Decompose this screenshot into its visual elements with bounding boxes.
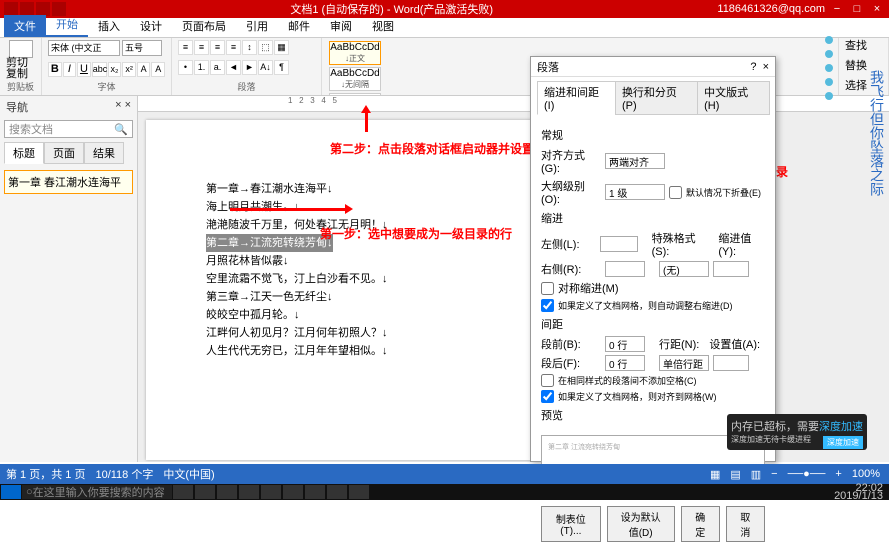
taskbar-app[interactable] bbox=[217, 485, 237, 499]
outline-level-select[interactable]: 1 级 bbox=[605, 184, 665, 200]
nav-close-icon[interactable]: × × bbox=[115, 99, 131, 115]
selected-text: 第二章→江流宛转绕芳甸↓ bbox=[206, 234, 333, 252]
taskbar-app[interactable] bbox=[239, 485, 259, 499]
status-page[interactable]: 第 1 页，共 1 页 bbox=[6, 466, 85, 482]
dialog-close-icon[interactable]: × bbox=[763, 61, 769, 73]
side-watermark: 我飞行但你坠落之际 bbox=[869, 70, 885, 196]
font-family-select[interactable]: 宋体 (中文正 bbox=[48, 40, 120, 56]
taskbar-search[interactable]: ○ 在这里输入你要搜索的内容 bbox=[22, 485, 172, 499]
arrow-icon bbox=[365, 108, 368, 132]
dialog-tab-pagebreak[interactable]: 换行和分页(P) bbox=[615, 81, 698, 115]
annotation-step1: 第一步：选中想要成为一级目录的行 bbox=[320, 225, 512, 242]
space-before-input[interactable]: 0 行 bbox=[605, 336, 645, 352]
default-button[interactable]: 设为默认值(D) bbox=[607, 506, 675, 542]
paste-icon[interactable] bbox=[9, 40, 33, 58]
special-indent-select[interactable]: (无) bbox=[659, 261, 709, 277]
tab-home[interactable]: 开始 bbox=[46, 13, 88, 37]
alignment-select[interactable]: 两端对齐 bbox=[605, 153, 665, 169]
dialog-tab-chinese[interactable]: 中文版式(H) bbox=[697, 81, 770, 115]
group-font-label: 字体 bbox=[48, 80, 165, 93]
notification-toast[interactable]: 内存已超标，需要深度加速 深度加速无待卡缓进程 深度加速 bbox=[727, 414, 867, 450]
font-buttons[interactable]: BIUabcx₂x²AA bbox=[48, 62, 165, 77]
status-language[interactable]: 中文(中国) bbox=[163, 466, 214, 482]
tab-layout[interactable]: 页面布局 bbox=[172, 15, 236, 37]
status-wordcount[interactable]: 10/118 个字 bbox=[95, 466, 153, 482]
dialog-title: 段落 bbox=[537, 59, 559, 75]
minimize-button[interactable]: − bbox=[829, 3, 845, 15]
nav-tab-pages[interactable]: 页面 bbox=[44, 142, 84, 164]
close-button[interactable]: × bbox=[869, 3, 885, 15]
system-clock[interactable]: 22:022019/1/13 bbox=[828, 484, 889, 500]
copy-button[interactable]: 复制 bbox=[6, 69, 35, 80]
ruler[interactable]: 1 2 3 4 5 bbox=[138, 96, 889, 112]
dialog-help-icon[interactable]: ? bbox=[750, 61, 756, 73]
arrow-icon bbox=[230, 208, 350, 211]
nav-heading-item[interactable]: 第一章 春江潮水连海平 bbox=[4, 170, 133, 194]
right-indent-input[interactable] bbox=[605, 261, 645, 277]
find-button[interactable]: 查找 bbox=[845, 40, 882, 53]
tab-references[interactable]: 引用 bbox=[236, 15, 278, 37]
tab-mailings[interactable]: 邮件 bbox=[278, 15, 320, 37]
zoom-slider[interactable]: ──●── bbox=[785, 468, 829, 480]
taskbar-app[interactable] bbox=[349, 485, 369, 499]
nav-title: 导航 bbox=[6, 99, 28, 115]
view-print-icon[interactable]: ▤ bbox=[727, 468, 743, 481]
tab-design[interactable]: 设计 bbox=[130, 15, 172, 37]
collapse-checkbox[interactable] bbox=[669, 186, 682, 199]
snapgrid-checkbox[interactable] bbox=[541, 390, 554, 403]
zoom-in-button[interactable]: + bbox=[832, 468, 844, 480]
user-email[interactable]: 1186461326@qq.com bbox=[717, 3, 825, 15]
view-read-icon[interactable]: ▦ bbox=[707, 468, 723, 481]
ok-button[interactable]: 确定 bbox=[681, 506, 720, 542]
taskbar-app[interactable] bbox=[283, 485, 303, 499]
tab-file[interactable]: 文件 bbox=[4, 15, 46, 37]
spacing-at-input[interactable] bbox=[713, 355, 749, 371]
group-clipboard-label: 剪贴板 bbox=[6, 80, 35, 93]
left-indent-input[interactable] bbox=[600, 236, 637, 252]
taskbar-app[interactable] bbox=[305, 485, 325, 499]
dialog-tab-indent[interactable]: 缩进和间距(I) bbox=[537, 81, 616, 115]
taskbar-app[interactable] bbox=[173, 485, 193, 499]
space-after-input[interactable]: 0 行 bbox=[605, 355, 645, 371]
paragraph-dialog: 段落 ? × 缩进和间距(I) 换行和分页(P) 中文版式(H) 常规 对齐方式… bbox=[530, 56, 776, 462]
taskbar-app[interactable] bbox=[261, 485, 281, 499]
para-buttons-2[interactable]: •1.a.◄►A↓¶ bbox=[178, 60, 315, 75]
nav-search-input[interactable]: 搜索文档🔍 bbox=[4, 120, 133, 138]
nosame-checkbox[interactable] bbox=[541, 374, 554, 387]
para-buttons-1[interactable]: ≡≡≡≡↕⬚▦ bbox=[178, 40, 315, 55]
taskbar-app[interactable] bbox=[327, 485, 347, 499]
tab-view[interactable]: 视图 bbox=[362, 15, 404, 37]
cancel-button[interactable]: 取消 bbox=[726, 506, 765, 542]
navigation-pane: 导航 × × 搜索文档🔍 标题 页面 结果 第一章 春江潮水连海平 bbox=[0, 96, 138, 462]
line-spacing-select[interactable]: 单倍行距 bbox=[659, 355, 709, 371]
tabs-button[interactable]: 制表位(T)... bbox=[541, 506, 601, 542]
mirror-checkbox[interactable] bbox=[541, 282, 554, 295]
indent-by-input[interactable] bbox=[713, 261, 749, 277]
zoom-level[interactable]: 100% bbox=[849, 468, 883, 480]
taskbar-app[interactable] bbox=[195, 485, 215, 499]
zoom-out-button[interactable]: − bbox=[768, 468, 780, 480]
toast-action-button[interactable]: 深度加速 bbox=[823, 436, 863, 449]
start-button[interactable] bbox=[1, 485, 21, 499]
decorative-dots bbox=[825, 36, 833, 100]
autogrid-checkbox[interactable] bbox=[541, 299, 554, 312]
tab-review[interactable]: 审阅 bbox=[320, 15, 362, 37]
maximize-button[interactable]: □ bbox=[849, 3, 865, 15]
nav-tab-headings[interactable]: 标题 bbox=[4, 142, 44, 164]
tab-insert[interactable]: 插入 bbox=[88, 15, 130, 37]
group-paragraph-label: 段落 bbox=[178, 80, 315, 93]
nav-tab-results[interactable]: 结果 bbox=[84, 142, 124, 164]
font-size-select[interactable]: 五号 bbox=[122, 40, 162, 56]
view-web-icon[interactable]: ▥ bbox=[748, 468, 764, 481]
